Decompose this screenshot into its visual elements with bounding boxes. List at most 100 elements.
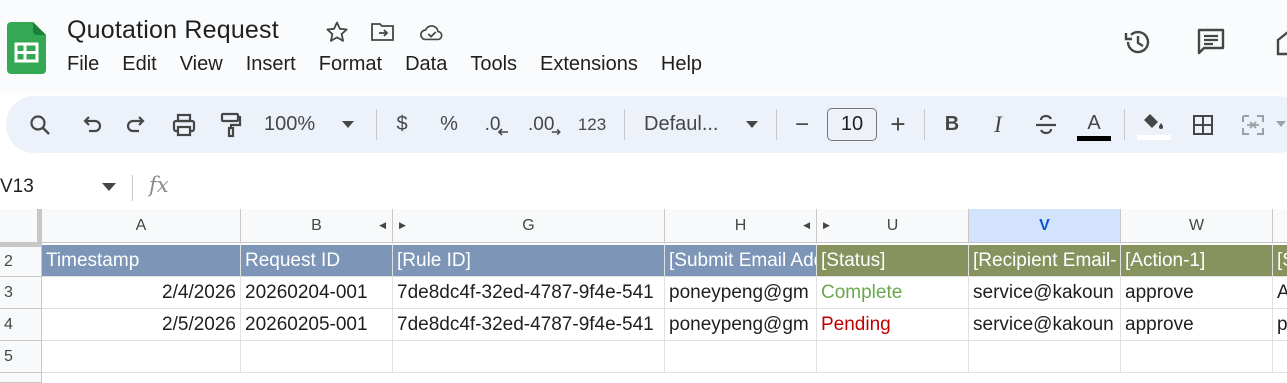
font-family-value: Defaul...	[644, 113, 719, 135]
row-header[interactable]	[0, 373, 42, 383]
column-header-next[interactable]	[1273, 209, 1287, 243]
fill-color-icon[interactable]	[1136, 96, 1172, 153]
table-cell[interactable]: 7de8dc4f-32ed-4787-9f4e-541	[393, 309, 665, 341]
table-cell[interactable]: 2/4/2026	[42, 277, 241, 309]
row-header[interactable]: 2	[0, 243, 42, 277]
table-cell[interactable]: 20260204-001	[241, 277, 393, 309]
status-cell[interactable]: Pending	[817, 309, 969, 341]
merge-cells-icon[interactable]	[1238, 96, 1268, 153]
borders-icon[interactable]	[1188, 96, 1218, 153]
column-header-v[interactable]: V	[969, 209, 1121, 243]
menu-edit[interactable]: Edit	[122, 53, 156, 76]
chevron-down-icon[interactable]	[742, 96, 762, 153]
meet-icon[interactable]	[1272, 25, 1287, 59]
table-cell[interactable]: service@kakoun	[969, 277, 1121, 309]
menu-view[interactable]: View	[180, 53, 223, 76]
menu-format[interactable]: Format	[319, 53, 382, 76]
chevron-down-icon[interactable]	[1274, 96, 1287, 153]
redo-icon[interactable]	[122, 96, 152, 153]
menu-insert[interactable]: Insert	[246, 53, 296, 76]
hidden-columns-right-arrow-icon[interactable]: ▶	[823, 220, 830, 231]
menu-file[interactable]: File	[67, 53, 99, 76]
hidden-columns-left-arrow-icon[interactable]: ◀	[803, 220, 810, 231]
cloud-saved-icon[interactable]	[419, 19, 445, 45]
document-title[interactable]: Quotation Request	[67, 16, 279, 45]
column-header-g[interactable]: ▶ G	[393, 209, 665, 243]
row-header[interactable]: 5	[0, 341, 42, 373]
column-header-w[interactable]: W	[1121, 209, 1273, 243]
table-cell[interactable]	[393, 341, 665, 373]
name-box[interactable]: V13	[0, 176, 34, 198]
font-size-input[interactable]: 10	[827, 108, 877, 141]
table-cell[interactable]: approve	[1121, 277, 1273, 309]
table-cell[interactable]	[665, 341, 817, 373]
table-cell[interactable]: p	[1273, 309, 1287, 341]
toolbar-divider	[924, 109, 925, 140]
table-cell[interactable]	[241, 341, 393, 373]
table-cell[interactable]: poneypeng@gm	[665, 309, 817, 341]
decrease-decimal-button[interactable]: .0	[482, 96, 512, 153]
currency-format-button[interactable]: $	[390, 96, 414, 153]
star-icon[interactable]	[324, 19, 350, 45]
table-cell[interactable]	[1121, 341, 1273, 373]
header-cell[interactable]: Timestamp	[42, 243, 241, 277]
column-header-h-label: H	[734, 216, 747, 234]
column-header-u[interactable]: ▶ U	[817, 209, 969, 243]
version-history-icon[interactable]	[1121, 25, 1155, 59]
select-all-corner[interactable]	[0, 209, 42, 243]
column-header-a[interactable]: A	[42, 209, 241, 243]
row-header[interactable]: 4	[0, 309, 42, 341]
italic-button[interactable]: I	[986, 96, 1010, 153]
menu-extensions[interactable]: Extensions	[540, 53, 638, 76]
header-cell[interactable]: [Action-1]	[1121, 243, 1273, 277]
table-cell[interactable]: 7de8dc4f-32ed-4787-9f4e-541	[393, 277, 665, 309]
table-cell[interactable]	[969, 341, 1121, 373]
arrow-right-icon	[552, 128, 562, 135]
font-family-select[interactable]: Defaul...	[644, 96, 736, 153]
table-cell[interactable]: approve	[1121, 309, 1273, 341]
bold-button[interactable]: B	[940, 96, 964, 153]
increase-decimal-button[interactable]: .00	[528, 96, 562, 153]
more-formats-button[interactable]: 123	[576, 96, 608, 153]
undo-icon[interactable]	[76, 96, 106, 153]
menu-data[interactable]: Data	[405, 53, 447, 76]
table-cell[interactable]: poneypeng@gm	[665, 277, 817, 309]
increase-font-size-button[interactable]: +	[886, 96, 910, 153]
hidden-columns-left-arrow-icon[interactable]: ◀	[379, 220, 386, 231]
percent-format-button[interactable]: %	[436, 96, 462, 153]
header-cell[interactable]: [S	[1273, 243, 1287, 277]
table-cell[interactable]	[1273, 341, 1287, 373]
header-cell[interactable]: [Status]	[817, 243, 969, 277]
hidden-columns-right-arrow-icon[interactable]: ▶	[399, 220, 406, 231]
header-cell[interactable]: Request ID	[241, 243, 393, 277]
comments-icon[interactable]	[1194, 25, 1228, 59]
strikethrough-icon[interactable]	[1032, 96, 1060, 153]
status-cell[interactable]: Complete	[817, 277, 969, 309]
column-header-h[interactable]: H ◀	[665, 209, 817, 243]
sheets-logo-icon[interactable]	[7, 22, 46, 74]
text-color-button[interactable]: A	[1074, 96, 1114, 153]
menu-tools[interactable]: Tools	[470, 53, 517, 76]
row-header[interactable]: 3	[0, 277, 42, 309]
decrease-font-size-button[interactable]: −	[790, 96, 814, 153]
zoom-select[interactable]: 100%	[264, 96, 326, 153]
toolbar: 100% $ % .0 .00 123 Defaul... − 10 + B I…	[6, 96, 1287, 153]
chevron-down-icon[interactable]	[102, 183, 116, 192]
print-icon[interactable]	[168, 96, 200, 153]
menu-help[interactable]: Help	[661, 53, 702, 76]
search-menus-icon[interactable]	[24, 96, 56, 153]
header-cell[interactable]: [Rule ID]	[393, 243, 665, 277]
fill-color-swatch	[1137, 134, 1171, 140]
column-header-b[interactable]: B ◀	[241, 209, 393, 243]
chevron-down-icon[interactable]	[338, 96, 358, 153]
table-cell[interactable]: 2/5/2026	[42, 309, 241, 341]
table-cell[interactable]	[817, 341, 969, 373]
header-cell[interactable]: [Submit Email Address]	[665, 243, 817, 277]
header-cell[interactable]: [Recipient Email-	[969, 243, 1121, 277]
move-folder-icon[interactable]	[370, 19, 396, 45]
paint-format-icon[interactable]	[214, 96, 246, 153]
table-cell[interactable]	[42, 341, 241, 373]
table-cell[interactable]: A	[1273, 277, 1287, 309]
table-cell[interactable]: service@kakoun	[969, 309, 1121, 341]
table-cell[interactable]: 20260205-001	[241, 309, 393, 341]
